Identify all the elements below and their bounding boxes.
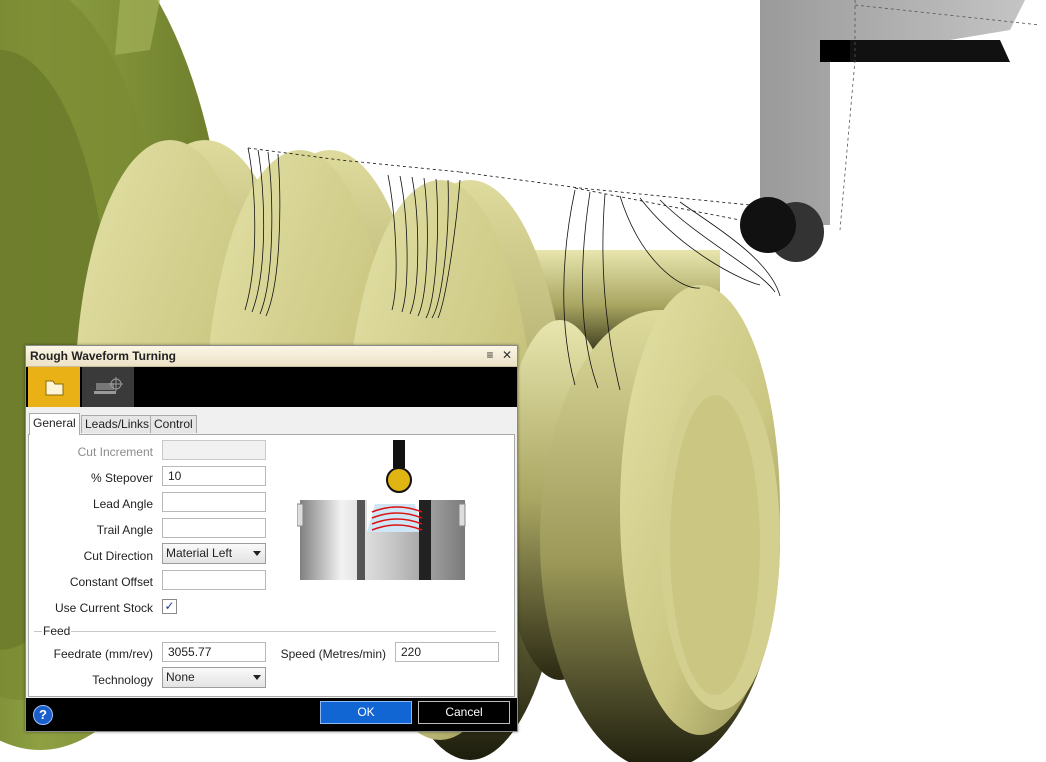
close-icon[interactable]: ✕ (500, 348, 514, 362)
use-current-stock-label: Use Current Stock (54, 601, 153, 615)
chevron-down-icon (253, 551, 261, 556)
dialog-footer: ? OK Cancel (26, 698, 517, 731)
technology-value: None (166, 670, 195, 684)
tool-page-button[interactable] (82, 367, 134, 407)
tab-leads-links[interactable]: Leads/Links (81, 415, 154, 433)
feed-divider-left (34, 631, 42, 632)
cut-direction-select[interactable]: Material Left (162, 543, 266, 564)
cut-increment-field (162, 440, 266, 460)
feed-section-label: Feed (43, 624, 71, 638)
constant-offset-field[interactable] (162, 570, 266, 590)
stepover-field[interactable]: 10 (162, 466, 266, 486)
menu-icon[interactable]: ≡ (483, 348, 497, 362)
dialog-tabs: General Leads/Links Control (26, 413, 517, 435)
lead-angle-label: Lead Angle (92, 497, 153, 511)
cut-direction-label: Cut Direction (83, 549, 153, 563)
feedrate-label: Feedrate (mm/rev) (53, 647, 153, 661)
folder-icon (45, 380, 64, 396)
cancel-button[interactable]: Cancel (418, 701, 510, 724)
strategy-toolbar (26, 367, 517, 407)
feed-divider (71, 631, 496, 632)
help-icon[interactable]: ? (33, 705, 53, 725)
tool-holder (740, 0, 1041, 262)
rough-waveform-turning-dialog: Rough Waveform Turning ≡ ✕ General Leads… (25, 345, 518, 732)
tool-crosshair-icon (94, 377, 123, 394)
waveform-turning-diagram (297, 440, 466, 580)
constant-offset-label: Constant Offset (69, 575, 153, 589)
cut-direction-value: Material Left (166, 546, 233, 560)
trail-angle-label: Trail Angle (96, 523, 153, 537)
cut-increment-label: Cut Increment (77, 445, 153, 459)
dialog-titlebar[interactable]: Rough Waveform Turning ≡ ✕ (26, 346, 517, 367)
ok-button[interactable]: OK (320, 701, 412, 724)
trail-angle-field[interactable] (162, 518, 266, 538)
folder-page-button[interactable] (28, 367, 80, 407)
dialog-title: Rough Waveform Turning (30, 349, 176, 363)
tab-control[interactable]: Control (150, 415, 197, 433)
general-panel: Cut Increment % Stepover 10 Lead Angle T… (28, 434, 515, 697)
lead-angle-field[interactable] (162, 492, 266, 512)
technology-label: Technology (92, 673, 153, 687)
use-current-stock-checkbox[interactable]: ✓ (162, 599, 177, 614)
speed-field[interactable]: 220 (395, 642, 499, 662)
feedrate-field[interactable]: 3055.77 (162, 642, 266, 662)
stepover-label: % Stepover (90, 471, 153, 485)
technology-select[interactable]: None (162, 667, 266, 688)
chevron-down-icon (253, 675, 261, 680)
speed-label: Speed (Metres/min) (280, 647, 386, 661)
tab-general[interactable]: General (29, 413, 80, 435)
